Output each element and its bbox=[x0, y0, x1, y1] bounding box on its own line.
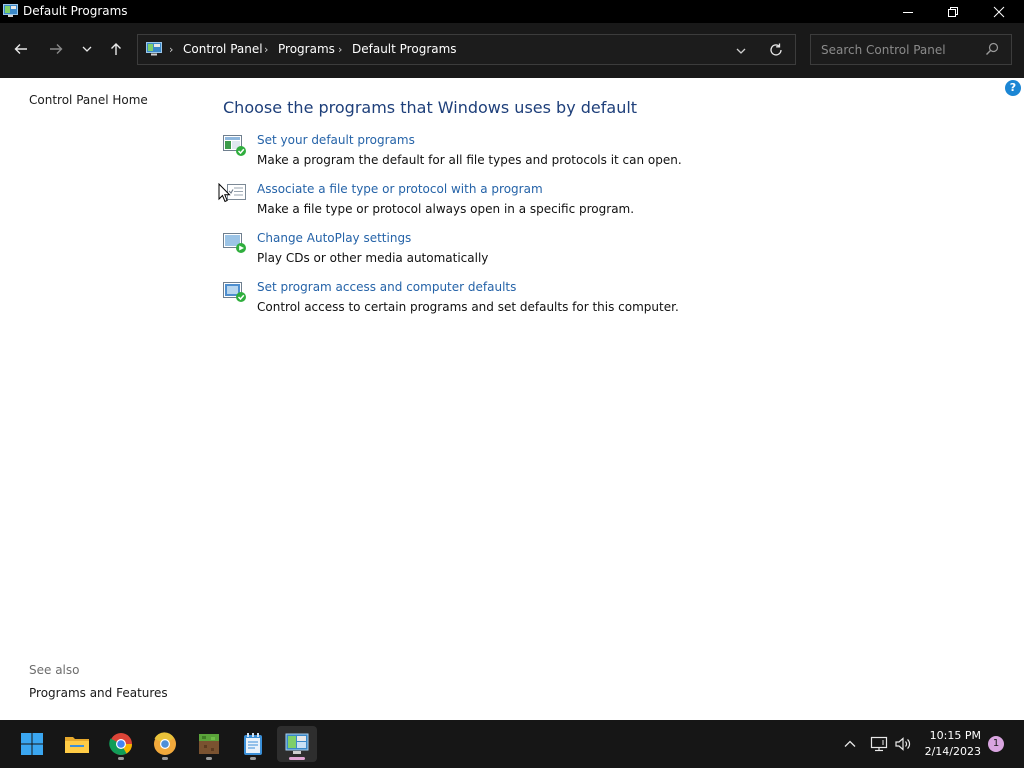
change-autoplay-settings-link[interactable]: Change AutoPlay settings bbox=[257, 231, 411, 245]
start-button[interactable] bbox=[12, 726, 52, 762]
minecraft-icon bbox=[199, 734, 219, 754]
file-explorer-icon bbox=[65, 737, 89, 753]
program-access-defaults-description: Control access to certain programs and s… bbox=[257, 300, 679, 314]
recent-locations-button[interactable] bbox=[75, 37, 99, 61]
back-arrow-icon bbox=[14, 44, 27, 54]
address-bar[interactable]: › Control Panel › Programs › Default Pro… bbox=[137, 34, 796, 65]
up-arrow-icon bbox=[111, 43, 121, 55]
control-panel-app-icon bbox=[3, 4, 18, 17]
network-button[interactable] bbox=[870, 735, 890, 753]
see-also-label: See also bbox=[29, 663, 80, 677]
search-box[interactable] bbox=[810, 34, 1012, 65]
refresh-icon bbox=[770, 43, 782, 56]
program-access-defaults-link[interactable]: Set program access and computer defaults bbox=[257, 280, 516, 294]
chrome-icon bbox=[109, 733, 132, 755]
volume-icon bbox=[895, 737, 911, 751]
control-panel-icon bbox=[146, 42, 162, 56]
default-programs-icon[interactable] bbox=[222, 134, 248, 158]
breadcrumb-separator: › bbox=[338, 43, 343, 56]
help-icon[interactable]: ? bbox=[1005, 80, 1021, 96]
chrome-canary-icon bbox=[154, 732, 176, 755]
programs-and-features-link[interactable]: Programs and Features bbox=[29, 686, 168, 700]
associate-file-type-link[interactable]: Associate a file type or protocol with a… bbox=[257, 182, 543, 196]
taskbar-chrome[interactable] bbox=[101, 726, 141, 762]
title-bar: Default Programs bbox=[0, 0, 1024, 23]
breadcrumb-control-panel[interactable]: Control Panel bbox=[183, 42, 263, 56]
minimize-icon bbox=[903, 11, 913, 13]
mouse-cursor-icon bbox=[218, 183, 231, 203]
navigation-bar: › Control Panel › Programs › Default Pro… bbox=[0, 23, 1024, 78]
start-icon bbox=[21, 733, 43, 755]
change-autoplay-settings-description: Play CDs or other media automatically bbox=[257, 251, 489, 265]
chevron-down-icon bbox=[736, 48, 746, 54]
active-indicator bbox=[289, 757, 305, 760]
restore-button[interactable] bbox=[930, 0, 976, 23]
chevron-down-icon bbox=[82, 46, 92, 52]
show-hidden-icons-button[interactable] bbox=[843, 736, 859, 752]
running-indicator bbox=[206, 757, 212, 760]
taskbar-chrome-canary[interactable] bbox=[145, 726, 185, 762]
program-access-defaults-icon[interactable] bbox=[222, 280, 248, 304]
page-title: Choose the programs that Windows uses by… bbox=[223, 98, 638, 117]
window-title: Default Programs bbox=[23, 4, 128, 18]
running-indicator bbox=[118, 757, 124, 760]
close-button[interactable] bbox=[976, 0, 1022, 23]
network-icon bbox=[870, 736, 888, 752]
control-panel-icon bbox=[285, 733, 309, 754]
back-button[interactable] bbox=[9, 37, 33, 61]
forward-button[interactable] bbox=[44, 37, 68, 61]
close-icon bbox=[993, 6, 1005, 17]
taskbar-control-panel[interactable] bbox=[277, 726, 317, 762]
clock-date[interactable]: 2/14/2023 bbox=[912, 745, 981, 758]
search-icon[interactable] bbox=[985, 42, 999, 56]
set-default-programs-description: Make a program the default for all file … bbox=[257, 153, 682, 167]
associate-file-type-description: Make a file type or protocol always open… bbox=[257, 202, 635, 216]
up-button[interactable] bbox=[104, 37, 128, 61]
running-indicator bbox=[250, 757, 256, 760]
running-indicator bbox=[162, 757, 168, 760]
control-panel-home-link[interactable]: Control Panel Home bbox=[29, 93, 148, 107]
refresh-button[interactable] bbox=[768, 42, 786, 60]
taskbar-minecraft[interactable] bbox=[189, 726, 229, 762]
taskbar: 10:15 PM 2/14/2023 1 bbox=[0, 720, 1024, 768]
restore-icon bbox=[948, 6, 958, 17]
search-input[interactable] bbox=[819, 40, 983, 60]
forward-arrow-icon bbox=[50, 44, 63, 54]
notification-badge[interactable]: 1 bbox=[988, 736, 1004, 752]
notepad-icon bbox=[244, 733, 262, 755]
breadcrumb-default-programs[interactable]: Default Programs bbox=[352, 42, 457, 56]
breadcrumb-separator: › bbox=[169, 43, 174, 56]
volume-button[interactable] bbox=[894, 735, 914, 753]
set-default-programs-link[interactable]: Set your default programs bbox=[257, 133, 415, 147]
chevron-up-icon bbox=[844, 740, 856, 747]
breadcrumb-programs[interactable]: Programs bbox=[278, 42, 335, 56]
address-history-button[interactable] bbox=[733, 43, 749, 59]
autoplay-icon[interactable] bbox=[222, 231, 248, 255]
breadcrumb-separator: › bbox=[264, 43, 269, 56]
taskbar-notepad[interactable] bbox=[233, 726, 273, 762]
clock-time[interactable]: 10:15 PM bbox=[912, 729, 981, 742]
taskbar-file-explorer[interactable] bbox=[57, 726, 97, 762]
minimize-button[interactable] bbox=[885, 0, 931, 23]
